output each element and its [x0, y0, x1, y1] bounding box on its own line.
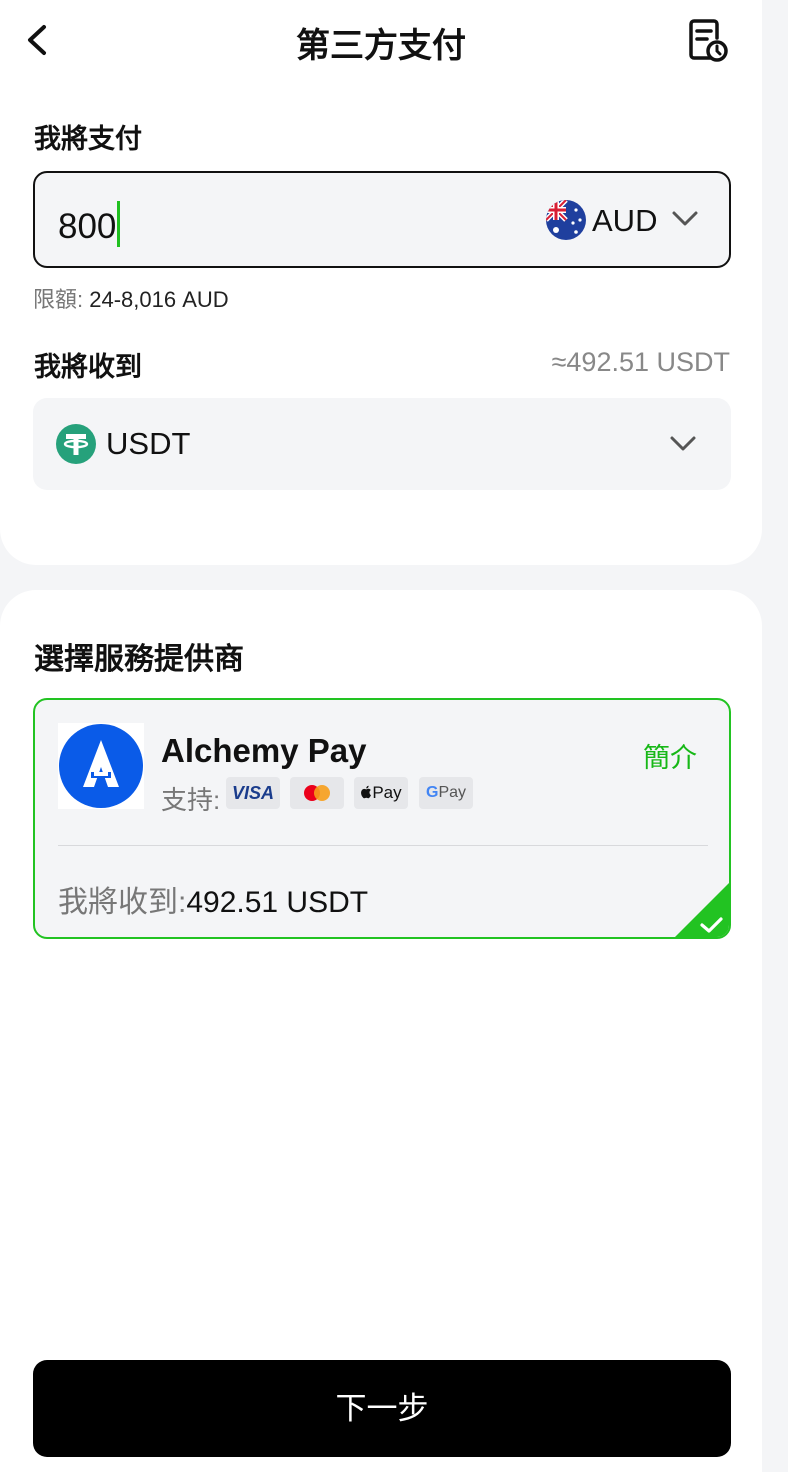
chevron-down-icon[interactable] [669, 434, 697, 454]
provider-receive-value: 492.51 USDT [186, 886, 369, 919]
limit-text: 限額: 24-8,016 AUD [33, 282, 229, 314]
provider-intro-link[interactable]: 簡介 [643, 736, 697, 775]
limit-value: 24-8,016 AUD [89, 287, 229, 312]
provider-option-alchemy-pay[interactable]: Alchemy Pay 簡介 支持: VISA Pay GPay 我將收到:49… [33, 698, 731, 939]
top-bar: 第三方支付 [0, 0, 762, 82]
pay-amount-value[interactable]: 800 [58, 201, 121, 247]
receive-currency-select[interactable]: USDT [33, 398, 731, 490]
chevron-down-icon[interactable] [671, 209, 699, 229]
provider-divider [58, 845, 708, 846]
page-title: 第三方支付 [296, 27, 466, 65]
receive-estimate: ≈492.51 USDT [551, 347, 730, 377]
pay-amount-field[interactable]: 800 AUD [33, 171, 731, 268]
provider-name: Alchemy Pay [161, 732, 367, 769]
selected-check-icon [675, 883, 729, 937]
provider-receive-amount: 我將收到:492.51 USDT [58, 877, 368, 921]
provider-receive-label: 我將收到: [58, 886, 187, 919]
supported-methods-label: 支持: [161, 785, 221, 815]
receive-currency-code: USDT [106, 426, 191, 461]
pay-currency-code[interactable]: AUD [592, 203, 657, 239]
pay-label: 我將支付 [34, 124, 142, 154]
apple-pay-icon: Pay [354, 777, 408, 809]
limit-label: 限額: [33, 287, 84, 312]
next-step-button[interactable]: 下一步 [33, 1360, 731, 1457]
text-caret [117, 201, 121, 247]
side-gutter [762, 0, 788, 1472]
provider-section-title: 選擇服務提供商 [34, 643, 244, 676]
australia-flag-icon[interactable] [546, 200, 586, 240]
google-pay-icon: GPay [419, 777, 473, 809]
mastercard-icon [290, 777, 344, 809]
order-history-icon[interactable] [686, 18, 730, 64]
alchemy-pay-logo-icon [58, 723, 144, 809]
visa-icon: VISA [226, 777, 280, 809]
tether-icon [56, 424, 96, 464]
receive-label: 我將收到 [34, 352, 142, 382]
